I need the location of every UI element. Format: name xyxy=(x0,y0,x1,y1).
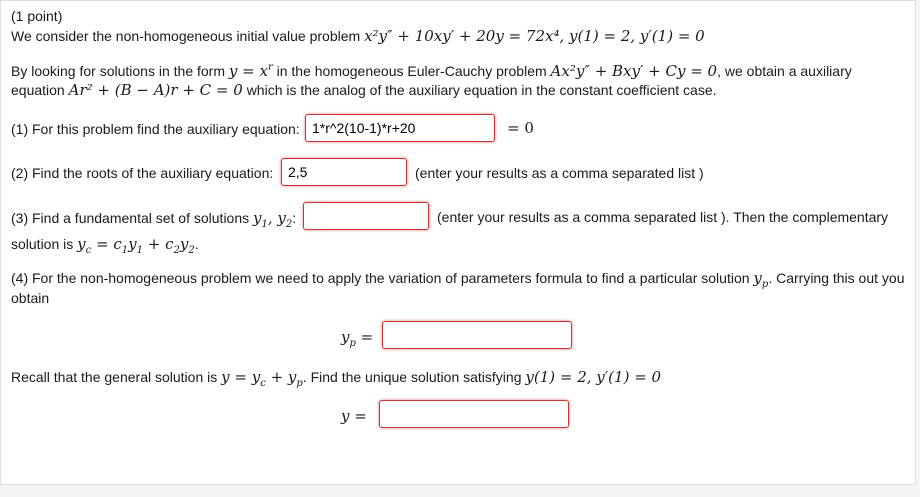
fundamental-set-symbols: y1, y2 xyxy=(253,209,293,230)
problem-panel: (1 point) We consider the non-homogeneou… xyxy=(0,0,916,485)
q2-hint: (enter your results as a comma separated… xyxy=(415,165,704,181)
q3-label: (3) Find a fundamental set of solutions xyxy=(11,210,250,226)
paragraph-text: By looking for solutions in the form xyxy=(11,63,225,79)
auxiliary-equation-general: Ar² + (B − A)r + C = 0 xyxy=(68,81,243,99)
paragraph-text: which is the analog of the auxiliary equ… xyxy=(246,82,717,98)
paragraph-line-1: By looking for solutions in the form y =… xyxy=(11,62,852,80)
points-label: (1 point) xyxy=(11,8,63,24)
paragraph-line-2: equation Ar² + (B − A)r + C = 0 which is… xyxy=(11,81,717,99)
particular-solution-input[interactable] xyxy=(382,321,572,349)
auxiliary-equation-input[interactable] xyxy=(305,114,495,142)
y-label: y = xyxy=(341,407,367,425)
roots-input[interactable] xyxy=(281,158,407,186)
form-expression: y = xr xyxy=(228,62,273,80)
problem-intro: We consider the non-homogeneous initial … xyxy=(11,28,361,44)
complementary-solution-line: solution is yc = c1y1 + c2y2. xyxy=(11,235,199,256)
problem-statement: We consider the non-homogeneous initial … xyxy=(11,27,705,45)
fundamental-set-input[interactable] xyxy=(303,202,429,230)
q1-suffix: = 0 xyxy=(507,119,534,137)
q3-line2-text: solution is xyxy=(11,236,74,252)
initial-conditions: y(1) = 2, y′(1) = 0 xyxy=(525,368,662,386)
paragraph-text: , we obtain a auxiliary xyxy=(717,63,852,79)
q1-label: (1) For this problem find the auxiliary … xyxy=(11,121,300,137)
q3-hint: (enter your results as a comma separated… xyxy=(437,209,889,225)
general-text: Recall that the general solution is xyxy=(11,369,218,385)
q4-text: (4) For the non-homogeneous problem we n… xyxy=(11,270,750,286)
q4-line-1: (4) For the non-homogeneous problem we n… xyxy=(11,269,904,290)
yp-symbol: yp xyxy=(753,269,769,290)
paragraph-text: equation xyxy=(11,82,65,98)
unique-solution-input[interactable] xyxy=(379,400,569,428)
general-solution-line: Recall that the general solution is y = … xyxy=(11,368,661,389)
yp-label: yp = xyxy=(341,328,374,349)
paragraph-text: in the homogeneous Euler-Cauchy problem xyxy=(276,63,547,79)
euler-cauchy-equation: Ax²y″ + Bxy′ + Cy = 0 xyxy=(550,62,718,80)
q4-line-2: obtain xyxy=(11,290,50,306)
q4-text-end: . Carrying this out you xyxy=(768,270,905,286)
general-text-2: . Find the unique solution satisfying xyxy=(302,369,522,385)
general-solution-formula: y = yc + yp xyxy=(221,368,303,389)
problem-equation: x²y″ + 10xy′ + 20y = 72x⁴, y(1) = 2, y′(… xyxy=(364,27,705,45)
q3-label-line: (3) Find a fundamental set of solutions … xyxy=(11,209,297,230)
complementary-solution-formula: yc = c1y1 + c2y2 xyxy=(77,235,195,256)
q2-label: (2) Find the roots of the auxiliary equa… xyxy=(11,165,274,181)
